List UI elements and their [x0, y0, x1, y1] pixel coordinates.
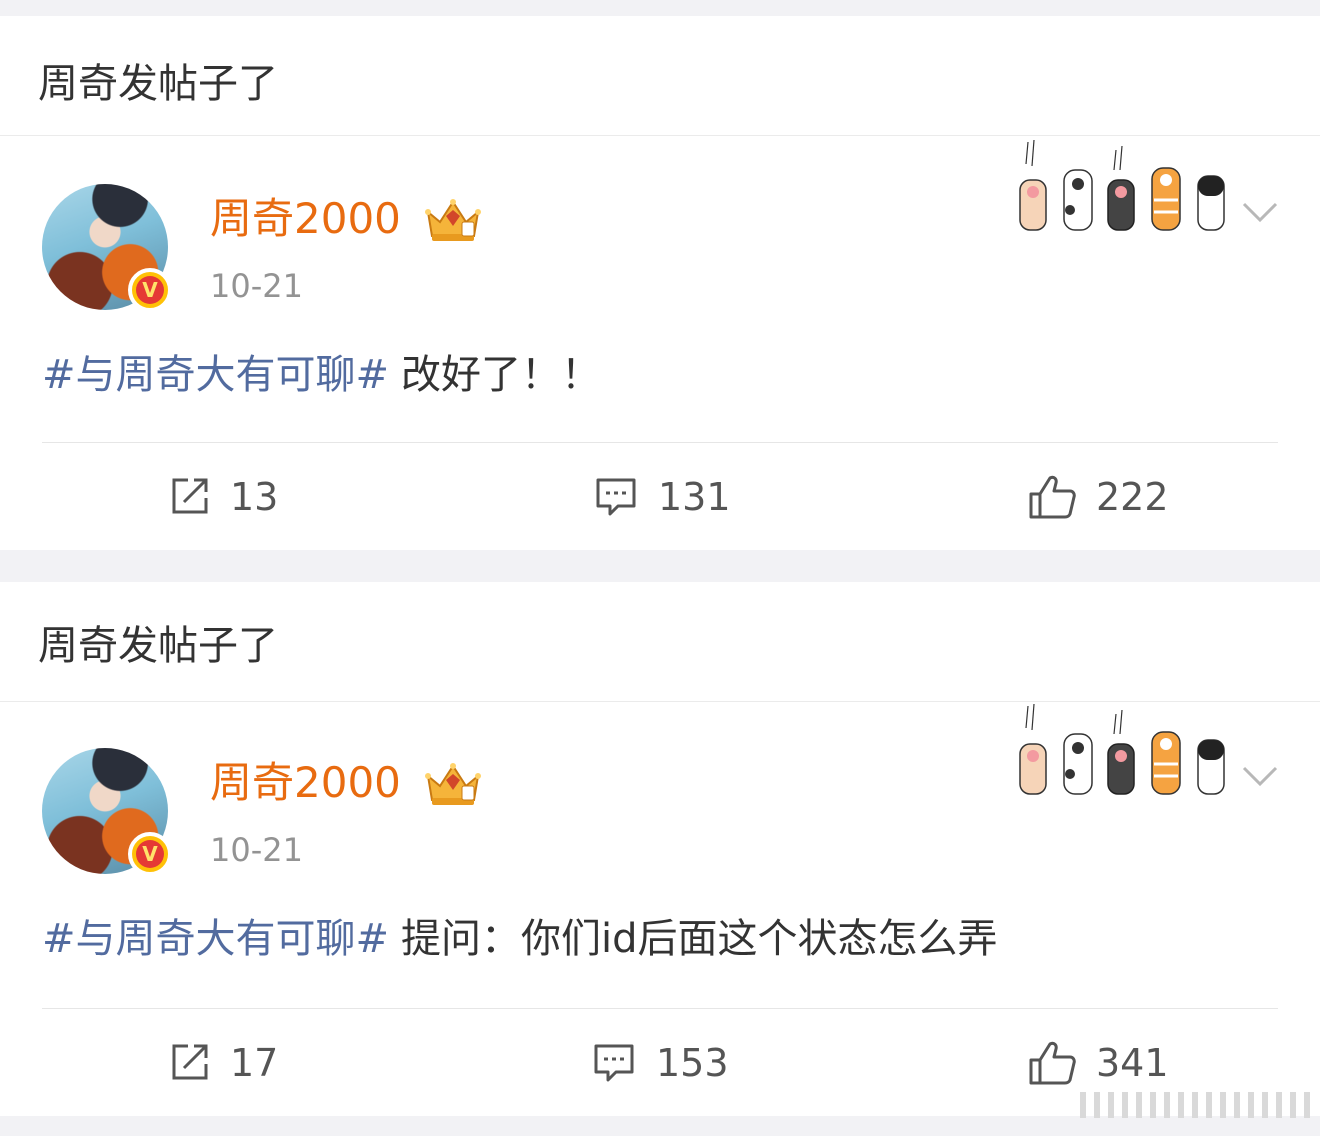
- comment-count: 131: [658, 475, 731, 519]
- username[interactable]: 周奇2000: [210, 754, 401, 812]
- post-source-title: 周奇发帖子了: [38, 623, 278, 669]
- post-card: 周奇发帖子了 V 周奇2000 10-21: [0, 16, 1320, 550]
- cat-paws-icon: [1019, 140, 1225, 231]
- thumbs-up-icon: [1029, 475, 1076, 519]
- post-card: 周奇发帖子了 V 周奇2000 10-21: [0, 582, 1320, 1116]
- post-text: #与周奇大有可聊# 提问：你们id后面这个状态怎么弄: [42, 910, 998, 968]
- comment-button[interactable]: 153: [592, 1040, 732, 1086]
- username[interactable]: 周奇2000: [210, 190, 401, 248]
- post-date: 10-21: [210, 831, 303, 869]
- watermark: [1080, 1092, 1310, 1118]
- thumbs-up-icon: [1029, 1041, 1076, 1085]
- post-date: 10-21: [210, 267, 303, 305]
- divider: [42, 442, 1278, 443]
- like-count: 341: [1096, 1041, 1169, 1085]
- post-card-header: 周奇发帖子了: [0, 582, 1320, 702]
- repost-count: 13: [230, 475, 279, 519]
- divider: [42, 1008, 1278, 1009]
- post-text: #与周奇大有可聊# 改好了！！: [42, 346, 601, 404]
- verified-v-icon: V: [128, 268, 172, 312]
- hashtag-link[interactable]: #与周奇大有可聊#: [42, 916, 389, 962]
- verified-v-letter: V: [136, 276, 164, 304]
- like-button[interactable]: 341: [1028, 1040, 1178, 1086]
- post-source-title: 周奇发帖子了: [38, 61, 278, 107]
- comment-icon: [594, 1044, 634, 1082]
- repost-count: 17: [230, 1041, 279, 1085]
- post-body: 提问：你们id后面这个状态怎么弄: [401, 916, 998, 962]
- repost-button[interactable]: 17: [168, 1040, 288, 1086]
- like-button[interactable]: 222: [1028, 474, 1178, 520]
- verified-v-icon: V: [128, 832, 172, 876]
- like-count: 222: [1096, 475, 1169, 519]
- crown-icon: [425, 199, 481, 241]
- verified-v-letter: V: [136, 840, 164, 868]
- repost-icon: [172, 1044, 208, 1080]
- chevron-down-icon[interactable]: [1240, 198, 1280, 226]
- post-card-header: 周奇发帖子了: [0, 16, 1320, 136]
- cat-paws-icon: [1019, 704, 1225, 795]
- post-body: 改好了！！: [401, 352, 602, 398]
- repost-icon: [172, 478, 208, 514]
- comment-button[interactable]: 131: [594, 474, 734, 520]
- chevron-down-icon[interactable]: [1240, 762, 1280, 790]
- hashtag-link[interactable]: #与周奇大有可聊#: [42, 352, 389, 398]
- repost-button[interactable]: 13: [168, 474, 288, 520]
- crown-icon: [425, 763, 481, 805]
- comment-icon: [596, 478, 636, 516]
- comment-count: 153: [656, 1041, 729, 1085]
